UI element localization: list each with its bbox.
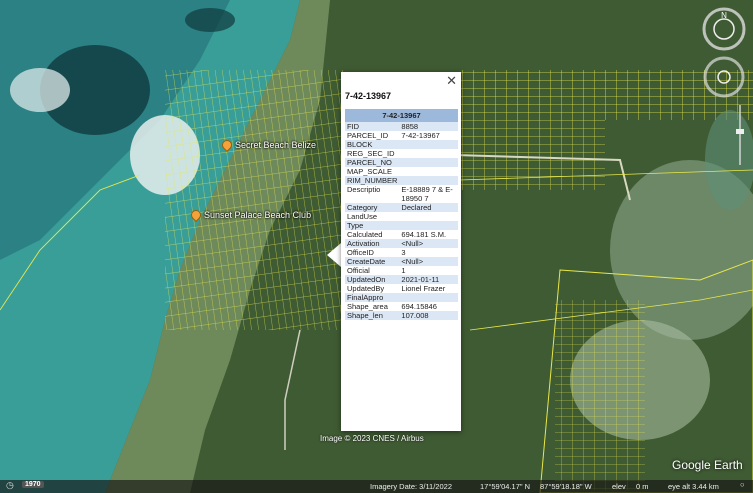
eye-altitude: eye alt 3.44 km — [668, 482, 719, 491]
google-earth-logo: Google Earth — [672, 458, 743, 472]
table-row: CreateDate <Null> — [345, 257, 458, 266]
attribute-value — [399, 167, 458, 176]
attribute-key: Category — [345, 203, 400, 212]
attribute-key: BLOCK — [345, 140, 400, 149]
attribute-key: OfficeID — [347, 248, 374, 257]
attribute-key: Descriptio — [347, 185, 381, 194]
attribute-key: RIM_NUMBER — [345, 176, 400, 185]
placemark-sunset-palace[interactable]: Sunset Palace Beach Club — [188, 207, 311, 223]
attribute-key: FID — [345, 122, 400, 131]
placemark-label[interactable]: Secret Beach Belize — [235, 140, 316, 150]
table-row: FID 8858 — [345, 122, 458, 131]
attribute-value: 1 — [401, 266, 406, 275]
table-row: FinalAppro — [345, 293, 458, 302]
table-row: Descriptio E-18889 7 & E-18950 7 — [345, 185, 458, 203]
attribute-value: <Null> — [399, 257, 458, 266]
clock-icon[interactable]: ◷ — [6, 480, 14, 491]
historical-year-badge[interactable]: 1970 — [22, 481, 44, 488]
imagery-date: Imagery Date: 3/11/2022 — [370, 482, 452, 491]
table-row: BLOCK — [345, 140, 458, 149]
compass-north-icon[interactable]: N — [702, 7, 746, 51]
table-row: OfficeID 3 — [345, 248, 458, 257]
attribute-value — [399, 158, 458, 167]
table-row: Type — [345, 221, 458, 230]
attribute-value: 694.15846 — [401, 302, 437, 311]
attribute-key: Shape_area — [347, 302, 388, 311]
attribute-value: E-18889 7 & E-18950 7 — [401, 185, 453, 203]
table-row: UpdatedBy Lionel Frazer — [345, 284, 458, 293]
attribute-value — [399, 293, 458, 302]
attribute-table: 7-42-13967 FID 8858 PARCEL_ID 7-42-13967 BLO… — [345, 109, 458, 320]
table-row: Shape_len 107.008 — [345, 311, 458, 320]
attribute-key: MAP_SCALE — [347, 167, 393, 176]
attribute-key: LandUse — [347, 212, 378, 221]
attribute-value: 8858 — [399, 122, 458, 131]
close-icon[interactable]: ✕ — [446, 74, 457, 88]
info-balloon: ✕ 7-42-13967 7-42-13967 FID 8858 PARCEL_ID… — [341, 72, 461, 431]
placemark-secret-beach[interactable]: Secret Beach Belize — [219, 137, 316, 153]
attribute-key: REG_SEC_ID — [347, 149, 395, 158]
table-row: Category Declared — [345, 203, 458, 212]
imagery-attribution: Image © 2023 CNES / Airbus — [320, 434, 424, 443]
attribute-value: Lionel Frazer — [401, 284, 446, 293]
attribute-key: Calculated — [347, 230, 383, 239]
attribute-value — [399, 212, 458, 221]
table-row: PARCEL_ID 7-42-13967 — [345, 131, 458, 140]
attribute-key: Type — [345, 221, 400, 230]
attribute-key: FinalAppro — [345, 293, 400, 302]
streetview-icon[interactable]: ○ — [740, 480, 745, 489]
table-header: 7-42-13967 — [345, 109, 458, 122]
table-row: Official 1 — [345, 266, 458, 275]
attribute-key: PARCEL_ID — [347, 131, 389, 140]
table-row: REG_SEC_ID — [345, 149, 458, 158]
attribute-key: PARCEL_NO — [345, 158, 400, 167]
attribute-value: 3 — [401, 248, 406, 257]
attribute-key: Official — [347, 266, 370, 275]
attribute-value — [399, 149, 458, 158]
table-row: UpdatedOn 2021-01-11 — [345, 275, 458, 284]
attribute-value: 2021-01-11 — [399, 275, 458, 284]
attribute-value: Declared — [399, 203, 458, 212]
attribute-key: Activation — [345, 239, 400, 248]
attribute-value: <Null> — [399, 239, 458, 248]
elevation: 0 m — [636, 482, 649, 491]
attribute-key: Shape_len — [345, 311, 400, 320]
attribute-key: UpdatedOn — [345, 275, 400, 284]
attribute-value: 107.008 — [399, 311, 458, 320]
balloon-title: 7-42-13967 — [345, 91, 392, 101]
balloon-tail — [327, 243, 341, 267]
placemark-label[interactable]: Sunset Palace Beach Club — [204, 210, 311, 220]
placemark-pin-icon[interactable] — [219, 137, 235, 153]
attribute-key: CreateDate — [345, 257, 400, 266]
attribute-value — [399, 176, 458, 185]
table-row: LandUse — [345, 212, 458, 221]
attribute-key: UpdatedBy — [347, 284, 385, 293]
attribute-value: 7-42-13967 — [401, 131, 440, 140]
status-bar: Imagery Date: 3/11/2022 17°59'04.17" N 8… — [0, 480, 753, 493]
table-row: Shape_area 694.15846 — [345, 302, 458, 311]
placemark-pin-icon[interactable] — [188, 207, 204, 223]
longitude: 87°59'18.18" W — [540, 482, 592, 491]
table-row: Activation <Null> — [345, 239, 458, 248]
table-row: PARCEL_NO — [345, 158, 458, 167]
latitude: 17°59'04.17" N — [480, 482, 531, 491]
attribute-rows: FID 8858 PARCEL_ID 7-42-13967 BLOCK REG_SEC_I… — [345, 122, 458, 320]
zoom-slider[interactable] — [735, 105, 745, 165]
pan-control-icon[interactable] — [702, 55, 746, 99]
table-row: MAP_SCALE — [345, 167, 458, 176]
table-row: RIM_NUMBER — [345, 176, 458, 185]
attribute-value: 694.181 S.M. — [401, 230, 447, 239]
svg-text:N: N — [721, 11, 727, 20]
attribute-value — [399, 221, 458, 230]
table-row: Calculated 694.181 S.M. — [345, 230, 458, 239]
elevation-label: elev — [612, 482, 626, 491]
attribute-value — [399, 140, 458, 149]
